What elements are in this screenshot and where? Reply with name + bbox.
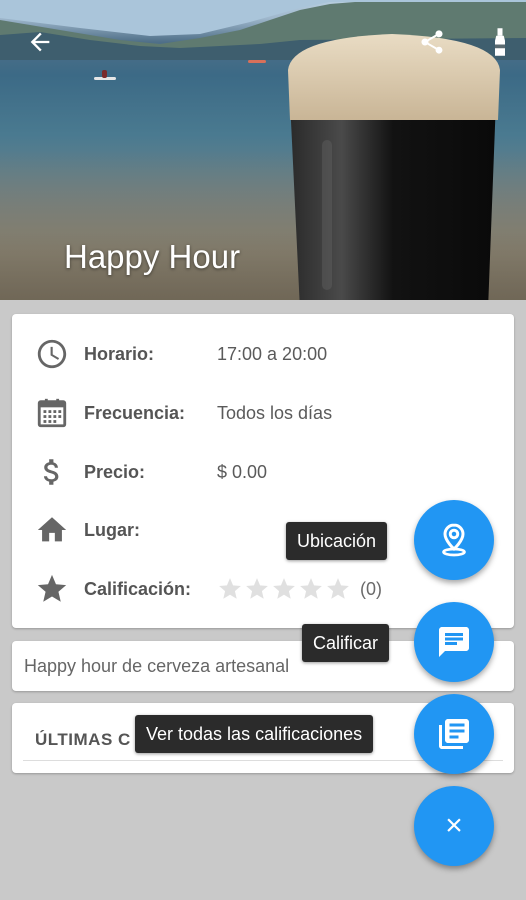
info-row-horario: Horario: 17:00 a 20:00 — [12, 334, 514, 374]
dollar-icon — [34, 454, 70, 490]
frecuencia-value: Todos los días — [217, 402, 333, 423]
ver-todas-fab[interactable] — [414, 694, 494, 774]
rating-star-5 — [327, 578, 349, 599]
calificacion-label: Calificación: — [84, 578, 192, 599]
precio-label: Precio: — [84, 461, 146, 482]
beer-glass-image — [288, 34, 500, 300]
lugar-label: Lugar: — [84, 519, 140, 540]
share-icon — [421, 30, 443, 54]
ultimas-title: ÚLTIMAS C — [35, 730, 131, 749]
list-icon — [439, 719, 469, 749]
rating-star-1 — [219, 578, 241, 599]
clock-icon — [34, 336, 70, 372]
calificar-fab[interactable] — [414, 602, 494, 682]
ubicacion-fab[interactable] — [414, 500, 494, 580]
description-text: Happy hour de cerveza artesanal — [24, 656, 290, 676]
rating-stars — [217, 576, 351, 602]
calificar-tooltip[interactable]: Calificar — [302, 624, 390, 662]
share-button[interactable] — [412, 22, 452, 62]
info-row-precio: Precio: $ 0.00 — [12, 452, 514, 492]
beer-menu-button[interactable] — [480, 22, 520, 62]
arrow-back-icon — [30, 32, 50, 52]
kayak-figure — [94, 70, 116, 80]
rating-star-3 — [273, 578, 295, 599]
close-icon: × — [445, 809, 463, 842]
precio-value: $ 0.00 — [217, 461, 268, 482]
ubicacion-tooltip[interactable]: Ubicación — [286, 522, 388, 560]
bottle-icon — [495, 28, 505, 56]
calendar-icon — [34, 395, 70, 431]
frecuencia-label: Frecuencia: — [84, 402, 186, 423]
rating-star-2 — [246, 578, 268, 599]
info-card: Horario: 17:00 a 20:00 Frecuencia: Todos… — [12, 314, 514, 628]
boat-figure — [248, 60, 266, 63]
home-icon — [34, 512, 70, 548]
horario-label: Horario: — [84, 343, 155, 364]
ver-todas-tooltip[interactable]: Ver todas las calificaciones — [135, 715, 374, 753]
info-row-frecuencia: Frecuencia: Todos los días — [12, 393, 514, 433]
location-pin-icon — [442, 523, 466, 557]
comment-icon — [439, 627, 469, 657]
horario-value: 17:00 a 20:00 — [217, 343, 328, 364]
close-fab[interactable]: × — [414, 786, 494, 866]
page-title: Happy Hour — [64, 238, 241, 275]
back-button[interactable] — [20, 22, 60, 62]
star-icon — [34, 571, 70, 607]
rating-count: (0) — [360, 578, 382, 599]
rating-star-4 — [300, 578, 322, 599]
